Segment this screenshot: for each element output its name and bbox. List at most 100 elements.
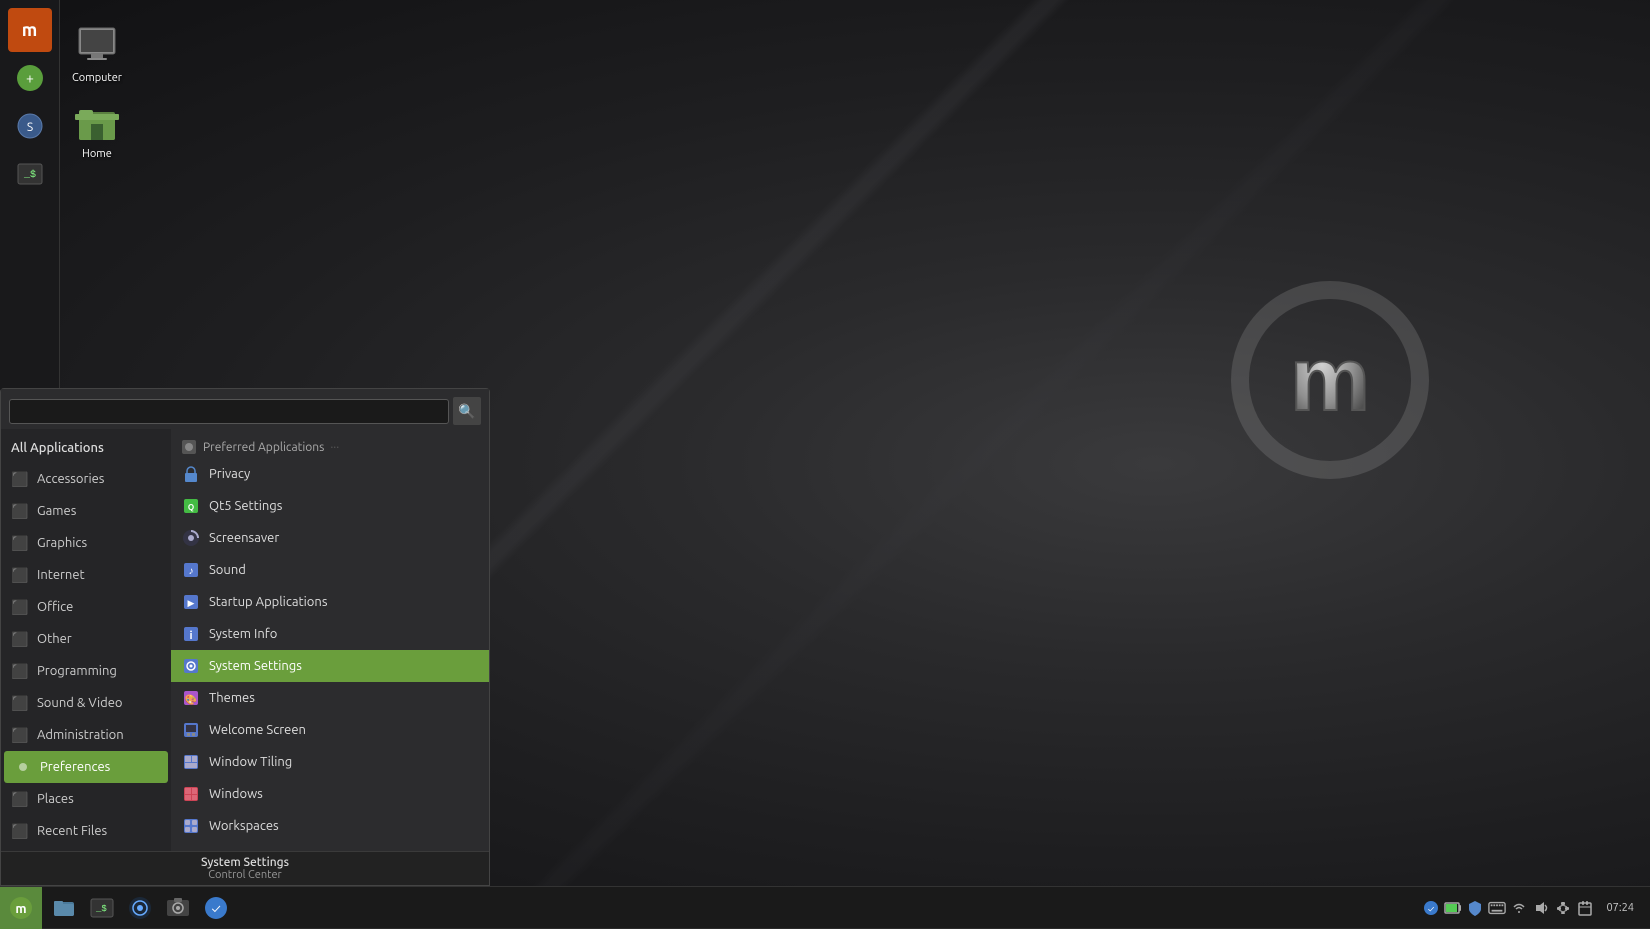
categories-panel: All Applications ⬛ Accessories ⬛ Games ⬛… bbox=[1, 429, 171, 851]
section-header: Preferred Applications ··· bbox=[171, 433, 489, 458]
welcome-icon bbox=[181, 720, 201, 740]
search-button[interactable]: 🔍 bbox=[453, 397, 481, 425]
sound-video-label: Sound & Video bbox=[37, 696, 123, 710]
category-recent-files[interactable]: ⬛ Recent Files bbox=[1, 815, 171, 847]
sidebar-timeshift-icon[interactable]: S bbox=[8, 104, 52, 148]
themes-label: Themes bbox=[209, 691, 255, 705]
screensaver-label: Screensaver bbox=[209, 531, 279, 545]
tooltip-subtitle: Control Center bbox=[11, 869, 479, 881]
app-privacy[interactable]: Privacy bbox=[171, 458, 489, 490]
tray-volume-icon[interactable] bbox=[1532, 899, 1550, 917]
workspaces-label: Workspaces bbox=[209, 819, 279, 833]
app-sysinfo[interactable]: i System Info bbox=[171, 618, 489, 650]
svg-text:♪: ♪ bbox=[189, 565, 194, 576]
office-icon: ⬛ bbox=[11, 598, 29, 616]
system-settings-label: System Settings bbox=[209, 659, 302, 673]
workspaces-icon bbox=[181, 816, 201, 836]
app-system-settings[interactable]: System Settings bbox=[171, 650, 489, 682]
tray-calendar-icon[interactable] bbox=[1576, 899, 1594, 917]
svg-text:+: + bbox=[26, 70, 34, 86]
taskbar-systray: ✓ 07:24 bbox=[1414, 899, 1650, 917]
computer-icon-label: Computer bbox=[72, 72, 122, 84]
app-welcome[interactable]: Welcome Screen bbox=[171, 714, 489, 746]
tray-keyboard-icon[interactable] bbox=[1488, 899, 1506, 917]
graphics-icon: ⬛ bbox=[11, 534, 29, 552]
category-other[interactable]: ⬛ Other bbox=[1, 623, 171, 655]
tray-network-icon[interactable] bbox=[1554, 899, 1572, 917]
home-icon-label: Home bbox=[82, 148, 112, 160]
graphics-label: Graphics bbox=[37, 536, 87, 550]
app-windows[interactable]: Windows bbox=[171, 778, 489, 810]
taskbar: m _$ bbox=[0, 886, 1650, 928]
sidebar-terminal-icon[interactable]: _$ bbox=[8, 152, 52, 196]
app-qt5[interactable]: Q Qt5 Settings bbox=[171, 490, 489, 522]
sound-video-icon: ⬛ bbox=[11, 694, 29, 712]
sidebar-software-icon[interactable]: + bbox=[8, 56, 52, 100]
tray-shield-icon[interactable] bbox=[1466, 899, 1484, 917]
qt5-label: Qt5 Settings bbox=[209, 499, 282, 513]
taskbar-screenshot[interactable] bbox=[160, 890, 196, 926]
svg-text:S: S bbox=[26, 121, 32, 134]
svg-text:🎨: 🎨 bbox=[185, 693, 197, 706]
tooltip-title: System Settings bbox=[11, 856, 479, 869]
administration-icon: ⬛ bbox=[11, 726, 29, 744]
sound-icon: ♪ bbox=[181, 560, 201, 580]
sidebar-mint-icon[interactable]: m bbox=[8, 8, 52, 52]
svg-text:_$: _$ bbox=[95, 904, 107, 914]
category-graphics[interactable]: ⬛ Graphics bbox=[1, 527, 171, 559]
startup-icon: ▶ bbox=[181, 592, 201, 612]
menu-panel: 🔍 All Applications ⬛ Accessories ⬛ Games… bbox=[0, 388, 490, 886]
category-games[interactable]: ⬛ Games bbox=[1, 495, 171, 527]
category-internet[interactable]: ⬛ Internet bbox=[1, 559, 171, 591]
window-tiling-label: Window Tiling bbox=[209, 755, 292, 769]
search-input[interactable] bbox=[9, 399, 449, 424]
privacy-label: Privacy bbox=[209, 467, 250, 481]
category-office[interactable]: ⬛ Office bbox=[1, 591, 171, 623]
svg-text:m: m bbox=[15, 902, 26, 916]
office-label: Office bbox=[37, 600, 73, 614]
recent-files-icon: ⬛ bbox=[11, 822, 29, 840]
svg-text:▶: ▶ bbox=[188, 598, 195, 608]
category-preferences[interactable]: Preferences bbox=[4, 751, 168, 783]
taskbar-tasks[interactable]: ✓ bbox=[198, 890, 234, 926]
desktop-icon-home[interactable]: Home bbox=[62, 92, 132, 164]
menu-tooltip: System Settings Control Center bbox=[1, 851, 489, 885]
category-sound-video[interactable]: ⬛ Sound & Video bbox=[1, 687, 171, 719]
preferences-label: Preferences bbox=[40, 760, 110, 774]
taskbar-steam[interactable] bbox=[122, 890, 158, 926]
places-icon: ⬛ bbox=[11, 790, 29, 808]
internet-label: Internet bbox=[37, 568, 85, 582]
tray-wifi-icon[interactable] bbox=[1510, 899, 1528, 917]
taskbar-terminal[interactable]: _$ bbox=[84, 890, 120, 926]
programming-label: Programming bbox=[37, 664, 117, 678]
recent-files-label: Recent Files bbox=[37, 824, 107, 838]
category-administration[interactable]: ⬛ Administration bbox=[1, 719, 171, 751]
svg-text:Q: Q bbox=[188, 503, 194, 512]
taskbar-clock[interactable]: 07:24 bbox=[1598, 902, 1642, 914]
apps-list: Preferred Applications ··· Privacy Q Qt5… bbox=[171, 429, 489, 851]
category-all-apps[interactable]: All Applications bbox=[1, 433, 171, 463]
windows-label: Windows bbox=[209, 787, 263, 801]
preferences-icon bbox=[14, 758, 32, 776]
svg-text:✓: ✓ bbox=[1428, 904, 1435, 914]
games-icon: ⬛ bbox=[11, 502, 29, 520]
window-tiling-icon bbox=[181, 752, 201, 772]
sound-label: Sound bbox=[209, 563, 246, 577]
taskbar-files[interactable] bbox=[46, 890, 82, 926]
app-startup[interactable]: ▶ Startup Applications bbox=[171, 586, 489, 618]
app-window-tiling[interactable]: Window Tiling bbox=[171, 746, 489, 778]
app-themes[interactable]: 🎨 Themes bbox=[171, 682, 489, 714]
desktop-icon-computer[interactable]: Computer bbox=[62, 16, 132, 88]
category-programming[interactable]: ⬛ Programming bbox=[1, 655, 171, 687]
places-label: Places bbox=[37, 792, 74, 806]
app-screensaver[interactable]: Screensaver bbox=[171, 522, 489, 554]
app-sound[interactable]: ♪ Sound bbox=[171, 554, 489, 586]
category-places[interactable]: ⬛ Places bbox=[1, 783, 171, 815]
app-workspaces[interactable]: Workspaces bbox=[171, 810, 489, 842]
tray-check-icon[interactable]: ✓ bbox=[1422, 899, 1440, 917]
category-accessories[interactable]: ⬛ Accessories bbox=[1, 463, 171, 495]
taskbar-start-button[interactable]: m bbox=[0, 887, 42, 929]
search-bar: 🔍 bbox=[1, 389, 489, 429]
accessories-icon: ⬛ bbox=[11, 470, 29, 488]
tray-battery-icon[interactable] bbox=[1444, 899, 1462, 917]
